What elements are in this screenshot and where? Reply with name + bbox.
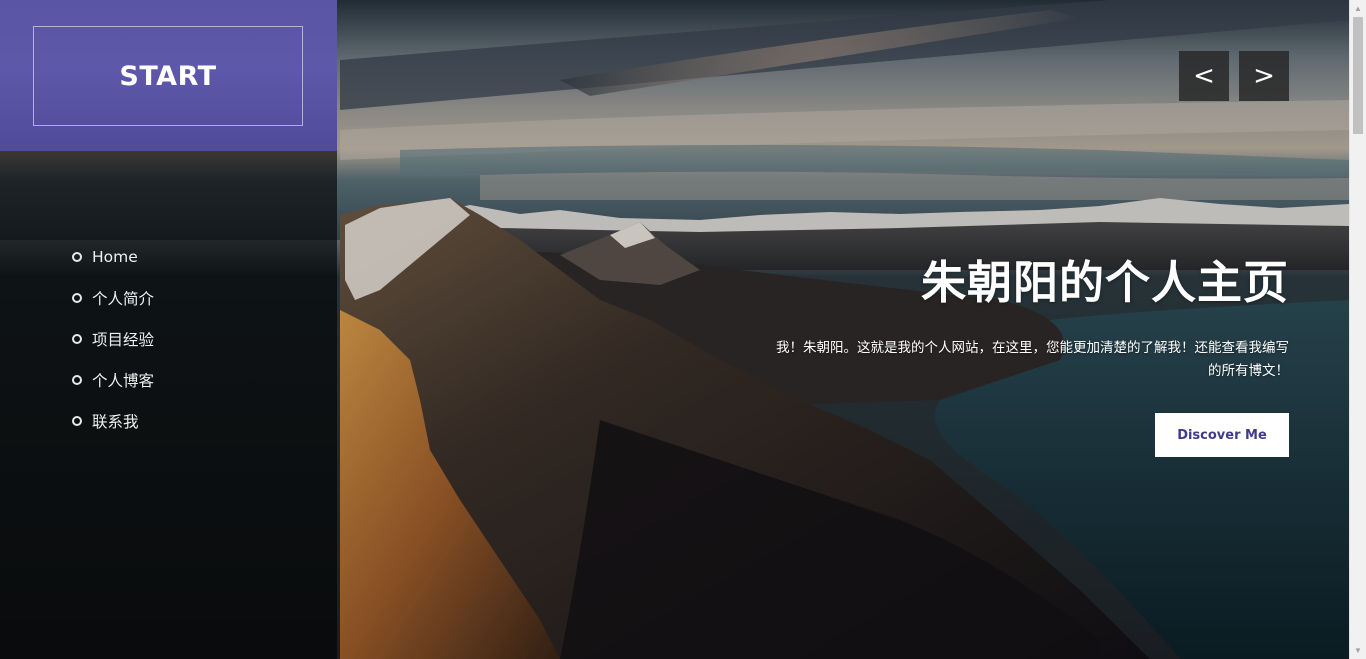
- scroll-down-arrow-icon[interactable]: ▼: [1350, 642, 1366, 659]
- nav-item-label: 联系我: [92, 412, 139, 431]
- chevron-right-icon: >: [1253, 61, 1275, 91]
- scroll-up-arrow-icon[interactable]: ▲: [1350, 0, 1366, 17]
- nav-item-contact[interactable]: 联系我: [72, 400, 154, 441]
- circle-bullet-icon: [72, 374, 82, 385]
- scroll-thumb[interactable]: [1353, 17, 1363, 134]
- nav-item-label: 项目经验: [92, 330, 155, 349]
- logo-panel: START: [0, 0, 337, 151]
- nav-item-home[interactable]: Home: [72, 236, 154, 277]
- main-nav: Home 个人简介 项目经验 个人博客 联系我: [72, 236, 154, 441]
- circle-bullet-icon: [72, 251, 82, 262]
- discover-me-button[interactable]: Discover Me: [1155, 413, 1289, 457]
- slider-prev-button[interactable]: <: [1179, 51, 1229, 101]
- nav-item-blog[interactable]: 个人博客: [72, 359, 154, 400]
- nav-item-label: 个人博客: [92, 371, 155, 390]
- chevron-left-icon: <: [1193, 61, 1215, 91]
- logo[interactable]: START: [33, 26, 303, 126]
- page: START Home 个人简介 项目经验 个人博客 联系我 < > 朱朝阳的个人…: [0, 0, 1366, 659]
- circle-bullet-icon: [72, 292, 82, 303]
- slider-next-button[interactable]: >: [1239, 51, 1289, 101]
- nav-item-label: 个人简介: [92, 289, 155, 308]
- nav-item-projects[interactable]: 项目经验: [72, 318, 154, 359]
- sidebar: START Home 个人简介 项目经验 个人博客 联系我: [0, 0, 337, 659]
- vertical-scrollbar[interactable]: ▲ ▼: [1349, 0, 1366, 659]
- logo-text: START: [119, 60, 217, 92]
- nav-item-label: Home: [92, 247, 138, 266]
- circle-bullet-icon: [72, 415, 82, 426]
- circle-bullet-icon: [72, 333, 82, 344]
- hero-title: 朱朝阳的个人主页: [920, 256, 1289, 309]
- hero-description: 我！朱朝阳。这就是我的个人网站，在这里，您能更加清楚的了解我！还能查看我编写的所…: [776, 340, 1289, 379]
- nav-item-profile[interactable]: 个人简介: [72, 277, 154, 318]
